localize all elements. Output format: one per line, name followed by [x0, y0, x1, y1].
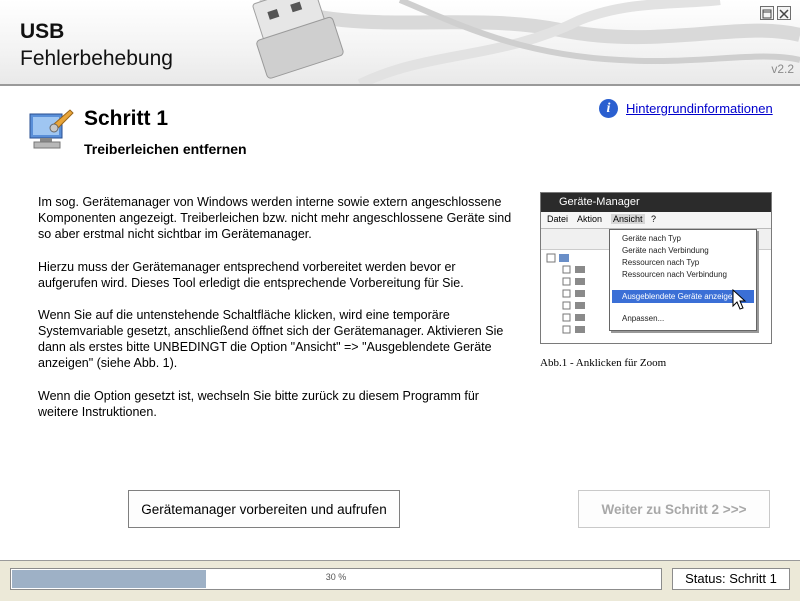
usb-cable-graphic — [252, 0, 800, 84]
thumbnail-menu-view: Ansicht — [611, 214, 645, 224]
thumbnail-menu-file: Datei — [547, 214, 569, 224]
close-icon[interactable] — [777, 6, 791, 20]
thumbnail-window-title: Geräte-Manager — [559, 196, 640, 208]
paragraph-return: Wenn die Option gesetzt ist, wechseln Si… — [38, 389, 479, 419]
progress-bar: 30 % — [10, 568, 662, 590]
background-info-link[interactable]: Hintergrundinformationen — [626, 101, 773, 116]
thumbnail-menu-item-hidden-devices: Ausgeblendete Geräte anzeigen — [622, 292, 737, 301]
thumbnail-menu-action: Aktion — [577, 214, 603, 224]
thumbnail-view-menu-popup: Geräte nach Typ Geräte nach Verbindung R… — [609, 229, 757, 331]
progress-label: 30 % — [325, 572, 347, 582]
next-step-button[interactable]: Weiter zu Schritt 2 >>> — [578, 490, 770, 528]
cursor-icon — [732, 289, 747, 310]
version-label: v2.2 — [771, 62, 794, 76]
paragraph-instructions: Wenn Sie auf die untenstehende Schaltflä… — [38, 308, 504, 370]
step-title: Schritt 1 — [84, 107, 169, 130]
thumbnail-menu-help: ? — [651, 214, 657, 224]
thumbnail-menu-item: Ressourcen nach Verbindung — [622, 270, 727, 279]
step-subtitle: Treiberleichen entfernen — [84, 141, 247, 157]
minimize-icon[interactable] — [760, 6, 774, 20]
device-manager-screenshot-thumbnail[interactable]: Geräte-Manager Datei Aktion Ansicht ? Ge… — [540, 192, 772, 344]
thumbnail-menu-item: Geräte nach Verbindung — [622, 246, 709, 255]
header-banner: USB Fehlerbehebung v2.2 — [0, 0, 800, 84]
thumbnail-menu-item: Geräte nach Typ — [622, 234, 681, 243]
thumbnail-menu-item: Anpassen... — [622, 314, 665, 323]
computer-wrench-icon — [28, 106, 74, 157]
status-label: Status: Schritt 1 — [672, 568, 790, 590]
paragraph-preparation: Hierzu muss der Gerätemanager entspreche… — [38, 260, 464, 290]
prepare-device-manager-button[interactable]: Gerätemanager vorbereiten und aufrufen — [128, 490, 400, 528]
app-title: USB — [20, 20, 65, 43]
paragraph-intro: Im sog. Gerätemanager von Windows werden… — [38, 195, 512, 241]
app-subtitle: Fehlerbehebung — [20, 47, 173, 70]
header-divider — [0, 84, 800, 86]
thumbnail-caption: Abb.1 - Anklicken für Zoom — [540, 357, 667, 369]
thumbnail-menu-item: Ressourcen nach Typ — [622, 258, 700, 267]
info-icon[interactable]: i — [599, 99, 618, 118]
